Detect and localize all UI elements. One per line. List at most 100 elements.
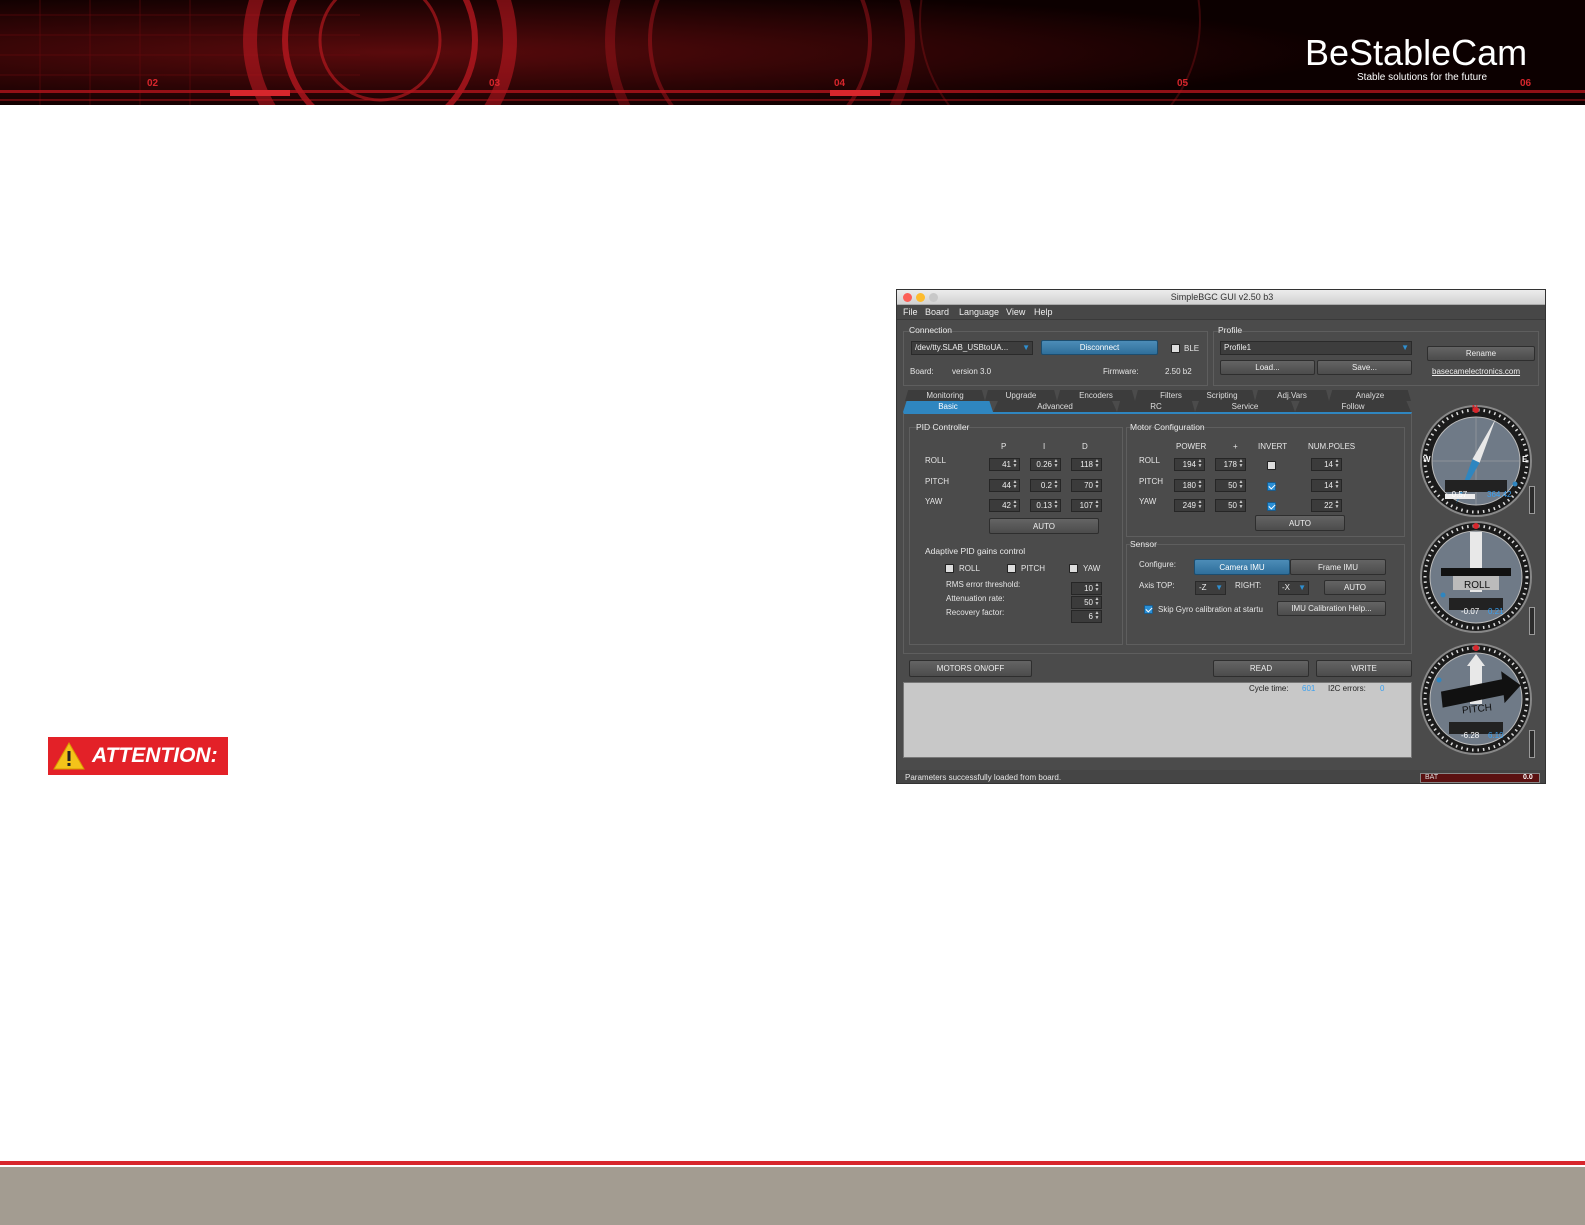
spinner-arrows-icon: ▲ ▼ [1334, 458, 1340, 469]
pid-header-d: D [1082, 442, 1088, 451]
spinner-arrows-icon: ▲ ▼ [1012, 499, 1018, 510]
motor-yaw-plus[interactable]: 50 ▲ ▼ [1215, 499, 1246, 512]
pid-auto-button[interactable]: AUTO [989, 518, 1099, 534]
motor-roll-invert-checkbox[interactable] [1267, 461, 1276, 470]
tab-upgrade[interactable]: Upgrade [985, 390, 1057, 401]
spinner-arrows-icon: ▲ ▼ [1012, 458, 1018, 469]
axis-top-select[interactable]: -Z ▼ [1195, 581, 1226, 595]
pid-pitch-i-value: 0.2 [1040, 481, 1052, 490]
motor-roll-poles[interactable]: 14 ▲ ▼ [1311, 458, 1342, 471]
logo-text: BeStableCam [1305, 32, 1528, 73]
skip-gyro-checkbox[interactable] [1144, 605, 1153, 614]
pid-header-p: P [1001, 442, 1007, 451]
basecam-link[interactable]: basecamelectronics.com [1432, 367, 1520, 376]
spinner-arrows-icon: ▲ ▼ [1094, 458, 1100, 469]
menu-view[interactable]: View [1006, 307, 1025, 317]
pid-yaw-p[interactable]: 42 ▲ ▼ [989, 499, 1020, 512]
attenuation-rate-label: Attenuation rate: [946, 594, 1005, 603]
axis-right-select[interactable]: -X ▼ [1278, 581, 1309, 595]
write-button[interactable]: WRITE [1316, 660, 1412, 677]
frame-imu-button[interactable]: Frame IMU [1290, 559, 1386, 575]
pid-pitch-p[interactable]: 44 ▲ ▼ [989, 479, 1020, 492]
adaptive-roll-label: ROLL [959, 564, 980, 573]
pid-roll-i[interactable]: 0.26 ▲ ▼ [1030, 458, 1061, 471]
tab-basic[interactable]: Basic [903, 401, 993, 412]
motor-pitch-invert-checkbox[interactable] [1267, 482, 1276, 491]
menu-language[interactable]: Language [959, 307, 999, 317]
tab-follow[interactable]: Follow [1295, 401, 1411, 412]
tab-analyze[interactable]: Analyze [1329, 390, 1411, 401]
port-select[interactable]: /dev/tty.SLAB_USBtoUA... ▼ [911, 341, 1033, 355]
cycle-time-value: 601 [1302, 684, 1316, 693]
read-button[interactable]: READ [1213, 660, 1309, 677]
menu-bar: File Board Language View Help [897, 305, 1545, 320]
pid-pitch-i[interactable]: 0.2 ▲ ▼ [1030, 479, 1061, 492]
pitch-value-1: -6.28 [1461, 731, 1480, 740]
adaptive-pid-label: Adaptive PID gains control [925, 546, 1026, 556]
attenuation-rate-value: 50 [1084, 598, 1093, 607]
profile-select[interactable]: Profile1 ▼ [1220, 341, 1412, 355]
footer-bar [0, 1167, 1585, 1225]
configure-label: Configure: [1139, 560, 1176, 569]
menu-help[interactable]: Help [1034, 307, 1053, 317]
spinner-arrows-icon: ▲ ▼ [1238, 499, 1244, 510]
profile-rename-button[interactable]: Rename [1427, 346, 1535, 361]
pid-yaw-i[interactable]: 0.13 ▲ ▼ [1030, 499, 1061, 512]
chevron-down-icon: ▼ [1298, 583, 1306, 592]
profile-save-button[interactable]: Save... [1317, 360, 1412, 375]
motor-pitch-poles[interactable]: 14 ▲ ▼ [1311, 479, 1342, 492]
banner-number-03: 03 [489, 78, 501, 89]
tab-encoders[interactable]: Encoders [1057, 390, 1135, 401]
imu-calibration-help-button[interactable]: IMU Calibration Help... [1277, 601, 1386, 616]
ble-checkbox[interactable] [1171, 344, 1180, 353]
firmware-label: Firmware: [1103, 367, 1139, 376]
tab-service[interactable]: Service [1195, 401, 1295, 412]
recovery-factor-spinner[interactable]: 6 ▲ ▼ [1071, 610, 1102, 623]
adaptive-roll-checkbox[interactable] [945, 564, 954, 573]
motor-yaw-power[interactable]: 249 ▲ ▼ [1174, 499, 1205, 512]
motor-yaw-poles[interactable]: 22 ▲ ▼ [1311, 499, 1342, 512]
motor-pitch-power-value: 180 [1182, 481, 1196, 490]
motors-on-off-button[interactable]: MOTORS ON/OFF [909, 660, 1032, 677]
pid-yaw-d[interactable]: 107 ▲ ▼ [1071, 499, 1102, 512]
ble-label: BLE [1184, 344, 1200, 353]
rms-threshold-spinner[interactable]: 10 ▲ ▼ [1071, 582, 1102, 595]
tab-scripting[interactable]: Scripting [1189, 390, 1255, 401]
recovery-factor-value: 6 [1088, 612, 1093, 621]
pid-pitch-label: PITCH [925, 477, 949, 486]
disconnect-button[interactable]: Disconnect [1041, 340, 1158, 355]
attenuation-rate-spinner[interactable]: 50 ▲ ▼ [1071, 596, 1102, 609]
spinner-arrows-icon: ▲ ▼ [1094, 596, 1100, 607]
pid-roll-i-value: 0.26 [1036, 460, 1052, 469]
spinner-arrows-icon: ▲ ▼ [1238, 458, 1244, 469]
tab-rc[interactable]: RC [1117, 401, 1195, 412]
tab-adj-vars[interactable]: Adj.Vars [1255, 390, 1329, 401]
menu-file[interactable]: File [903, 307, 918, 317]
menu-board[interactable]: Board [925, 307, 949, 317]
profile-load-button[interactable]: Load... [1220, 360, 1315, 375]
motor-pitch-power[interactable]: 180 ▲ ▼ [1174, 479, 1205, 492]
motor-pitch-plus[interactable]: 50 ▲ ▼ [1215, 479, 1246, 492]
pid-label: PID Controller [916, 422, 970, 432]
log-area[interactable]: Cycle time: 601 I2C errors: 0 [903, 682, 1412, 758]
motor-auto-button[interactable]: AUTO [1255, 515, 1345, 531]
tab-monitoring[interactable]: Monitoring [905, 390, 985, 401]
sensor-auto-button[interactable]: AUTO [1324, 580, 1386, 595]
camera-imu-button[interactable]: Camera IMU [1194, 559, 1290, 575]
spinner-arrows-icon: ▲ ▼ [1053, 499, 1059, 510]
pid-roll-p[interactable]: 41 ▲ ▼ [989, 458, 1020, 471]
pid-roll-d[interactable]: 118 ▲ ▼ [1071, 458, 1102, 471]
right-label: RIGHT: [1235, 581, 1262, 590]
motor-pitch-plus-value: 50 [1228, 481, 1237, 490]
tab-advanced[interactable]: Advanced [993, 401, 1117, 412]
compass-w-label: W [1423, 455, 1431, 464]
battery-indicator: BAT 0.0 [1420, 773, 1540, 783]
motor-yaw-invert-checkbox[interactable] [1267, 502, 1276, 511]
yaw-value-2: 364.42 [1487, 490, 1512, 499]
motor-roll-power[interactable]: 194 ▲ ▼ [1174, 458, 1205, 471]
adaptive-yaw-checkbox[interactable] [1069, 564, 1078, 573]
adaptive-pitch-checkbox[interactable] [1007, 564, 1016, 573]
yaw-value-1: -0.57 [1449, 490, 1468, 499]
pid-pitch-d[interactable]: 70 ▲ ▼ [1071, 479, 1102, 492]
motor-roll-plus[interactable]: 178 ▲ ▼ [1215, 458, 1246, 471]
